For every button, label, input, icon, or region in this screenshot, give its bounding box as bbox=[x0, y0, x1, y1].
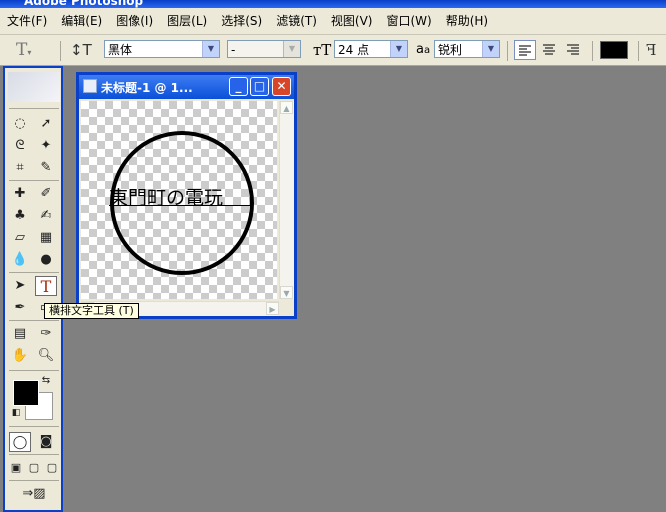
maximize-button[interactable]: □ bbox=[250, 77, 269, 96]
divider bbox=[638, 41, 639, 61]
menu-window[interactable]: 窗口(W) bbox=[379, 8, 438, 34]
align-right-icon bbox=[567, 44, 579, 55]
antialias-label: a bbox=[416, 42, 424, 57]
healing-brush-icon[interactable]: ✚ bbox=[9, 184, 31, 204]
magic-wand-icon[interactable]: ✦ bbox=[35, 136, 57, 156]
menu-image[interactable]: 图像(I) bbox=[109, 8, 160, 34]
document-icon bbox=[83, 79, 97, 93]
move-icon[interactable]: ➚ bbox=[35, 114, 57, 134]
jump-to-imageready-icon[interactable]: ⇒▨ bbox=[11, 484, 57, 504]
document-title: 未标题-1 @ 1... bbox=[101, 81, 193, 95]
font-family-select[interactable]: 黑体 ▼ bbox=[104, 40, 220, 58]
menu-filter[interactable]: 滤镜(T) bbox=[269, 8, 324, 34]
menu-select[interactable]: 选择(S) bbox=[214, 8, 269, 34]
tool-preset-icon[interactable]: T▾ bbox=[16, 40, 46, 60]
blur-icon[interactable]: 💧 bbox=[9, 250, 31, 270]
history-brush-icon[interactable]: ✍ bbox=[35, 206, 57, 226]
slice-icon[interactable]: ✎ bbox=[35, 158, 57, 178]
screen-mode-full-icon[interactable]: ▢ bbox=[43, 458, 61, 478]
minimize-button[interactable]: _ bbox=[229, 77, 248, 96]
clone-stamp-icon[interactable]: ♣ bbox=[9, 206, 31, 226]
antialias-value: 锐利 bbox=[438, 43, 463, 57]
font-family-value: 黑体 bbox=[108, 43, 133, 57]
divider bbox=[9, 426, 59, 427]
dodge-icon[interactable]: ● bbox=[35, 250, 57, 270]
font-size-select[interactable]: 24 点 ▼ bbox=[334, 40, 408, 58]
text-baseline bbox=[109, 205, 253, 206]
eyedropper-icon[interactable]: ✑ bbox=[35, 324, 57, 344]
brush-icon[interactable]: ✐ bbox=[35, 184, 57, 204]
lasso-icon[interactable]: ᘓ bbox=[9, 136, 31, 156]
chevron-down-icon: ▼ bbox=[283, 41, 300, 57]
vertical-scrollbar[interactable]: ▲ ▼ bbox=[279, 101, 294, 299]
eraser-icon[interactable]: ▱ bbox=[9, 228, 31, 248]
menu-view[interactable]: 视图(V) bbox=[324, 8, 380, 34]
orientation-toggle-icon[interactable]: ↕T bbox=[70, 40, 92, 60]
document-window: 未标题-1 @ 1... _ □ ✕ 東門町の電玩 ▲ ▼ ◀ ▶ bbox=[76, 72, 297, 319]
zoom-icon[interactable]: 🔍︎ bbox=[35, 346, 57, 366]
align-center-icon bbox=[543, 44, 555, 55]
path-select-icon[interactable]: ➤ bbox=[9, 276, 31, 296]
hand-icon[interactable]: ✋ bbox=[9, 346, 31, 366]
divider bbox=[9, 370, 59, 371]
font-style-select[interactable]: - ▼ bbox=[227, 40, 301, 58]
gradient-icon[interactable]: ▦ bbox=[35, 228, 57, 248]
align-left-button[interactable] bbox=[514, 40, 536, 60]
foreground-color-swatch[interactable] bbox=[13, 380, 39, 406]
chevron-down-icon: ▼ bbox=[202, 41, 219, 57]
divider bbox=[9, 454, 59, 455]
default-colors-icon[interactable]: ◧ bbox=[9, 406, 23, 420]
app-title: Adobe Photoshop bbox=[24, 0, 144, 8]
divider bbox=[9, 272, 59, 273]
align-right-button[interactable] bbox=[563, 40, 585, 60]
text-color-swatch[interactable] bbox=[600, 41, 628, 59]
photoshop-feather-icon[interactable] bbox=[8, 72, 60, 102]
resize-grip-icon[interactable] bbox=[280, 302, 292, 314]
close-button[interactable]: ✕ bbox=[272, 77, 291, 96]
document-titlebar[interactable]: 未标题-1 @ 1... _ □ ✕ bbox=[79, 75, 294, 99]
tool-tooltip: 横排文字工具 (T) bbox=[44, 303, 139, 319]
font-size-value: 24 点 bbox=[338, 43, 370, 57]
pen-icon[interactable]: ✒ bbox=[9, 298, 31, 318]
divider bbox=[9, 180, 59, 181]
divider bbox=[60, 41, 61, 61]
toolbox: ◌ ➚ ᘓ ✦ ⌗ ✎ ✚ ✐ ♣ ✍ ▱ ▦ 💧 ● ➤ T ✒ ▭ ▤ ✑ … bbox=[3, 66, 63, 512]
notes-icon[interactable]: ▤ bbox=[9, 324, 31, 344]
menu-file[interactable]: 文件(F) bbox=[0, 8, 54, 34]
font-style-value: - bbox=[231, 43, 236, 57]
crop-icon[interactable]: ⌗ bbox=[9, 158, 31, 178]
quick-mask-icon[interactable]: ◙ bbox=[35, 432, 57, 452]
scroll-right-icon[interactable]: ▶ bbox=[266, 302, 279, 315]
divider bbox=[9, 480, 59, 481]
warp-text-icon[interactable]: ꟻ bbox=[646, 40, 664, 60]
app-titlebar: Adobe Photoshop bbox=[0, 0, 666, 8]
antialias-icon: aa bbox=[416, 42, 431, 57]
chevron-down-icon: ▼ bbox=[390, 41, 407, 57]
divider bbox=[9, 108, 59, 109]
menu-edit[interactable]: 编辑(E) bbox=[54, 8, 109, 34]
divider bbox=[9, 320, 59, 321]
align-left-icon bbox=[519, 45, 531, 56]
options-bar: T▾ ↕T 黑体 ▼ - ▼ ᴛT 24 点 ▼ aa 锐利 ▼ ꟻ bbox=[0, 35, 666, 66]
screen-mode-full-menu-icon[interactable]: ▢ bbox=[25, 458, 43, 478]
marquee-icon[interactable]: ◌ bbox=[9, 114, 31, 134]
font-size-icon: ᴛT bbox=[313, 41, 332, 59]
menu-layer[interactable]: 图层(L) bbox=[160, 8, 214, 34]
align-center-button[interactable] bbox=[539, 40, 561, 60]
chevron-down-icon: ▼ bbox=[482, 41, 499, 57]
divider bbox=[592, 41, 593, 61]
screen-mode-standard-icon[interactable]: ▣ bbox=[7, 458, 25, 478]
standard-mode-icon[interactable]: ◯ bbox=[9, 432, 31, 452]
scroll-up-icon[interactable]: ▲ bbox=[280, 101, 293, 114]
divider bbox=[507, 41, 508, 61]
document-canvas[interactable]: 東門町の電玩 bbox=[81, 101, 277, 299]
menu-help[interactable]: 帮助(H) bbox=[439, 8, 495, 34]
swap-colors-icon[interactable]: ⇆ bbox=[39, 374, 53, 388]
menu-bar: 文件(F) 编辑(E) 图像(I) 图层(L) 选择(S) 滤镜(T) 视图(V… bbox=[0, 8, 666, 35]
type-tool-icon[interactable]: T bbox=[35, 276, 57, 296]
antialias-select[interactable]: 锐利 ▼ bbox=[434, 40, 500, 58]
scroll-down-icon[interactable]: ▼ bbox=[280, 286, 293, 299]
